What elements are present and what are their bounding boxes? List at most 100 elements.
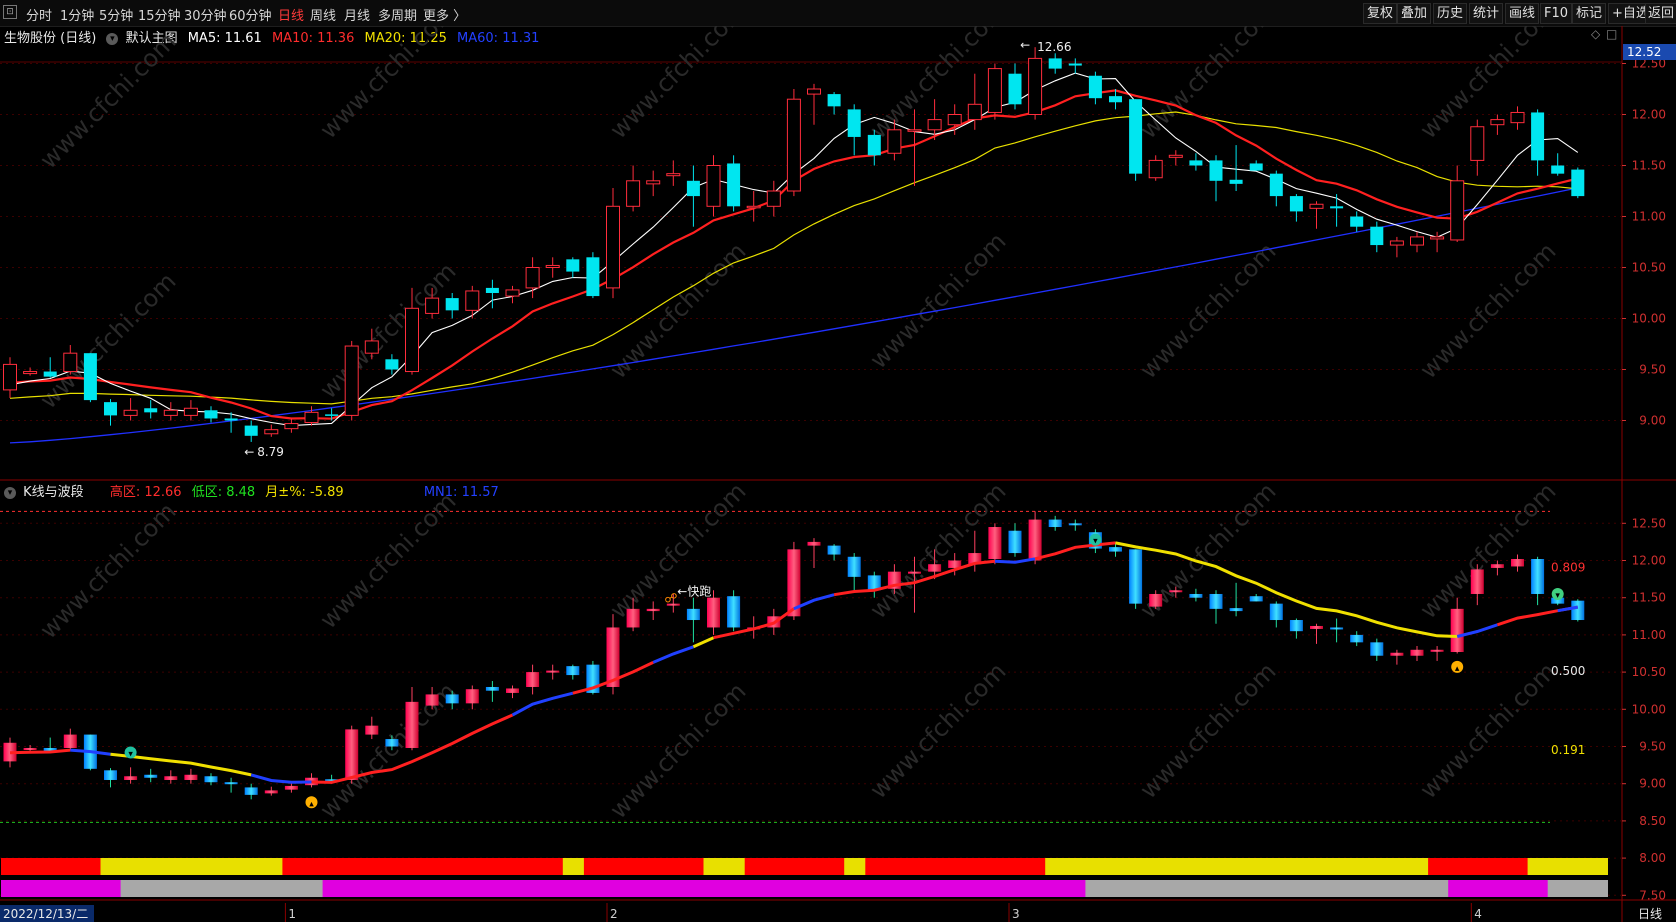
period-tab-more[interactable]: 更多 〉 (423, 5, 466, 24)
mark-button[interactable]: 标记 (1572, 3, 1607, 24)
main-price-tick: 10.00 (1632, 312, 1666, 326)
sub-price-tick: 8.50 (1639, 814, 1666, 828)
watermark-text: www.cfchi.com (1134, 237, 1281, 384)
candle-body (566, 259, 580, 272)
candle-body (83, 353, 97, 401)
sub-candle-body (385, 739, 399, 747)
watermark-text: www.cfchi.com (604, 237, 751, 384)
candle-body (43, 371, 57, 377)
period-tab-weekly[interactable]: 周线 (310, 5, 336, 24)
sub-candle-body (1310, 625, 1323, 629)
f10-button[interactable]: F10 (1540, 3, 1573, 24)
date-label: 2022/12/13/二 (3, 907, 88, 921)
candle-body (766, 190, 781, 207)
period-tab-5min[interactable]: 5分钟 (99, 5, 133, 24)
candle-body (987, 68, 1002, 113)
candle-body (163, 409, 178, 416)
sell-signal-badge-glyph: ▾ (1555, 591, 1560, 601)
sub-candle-body (465, 689, 479, 704)
candle-body (264, 429, 279, 435)
sub-candle-body (1289, 620, 1303, 632)
period-tab-monthly[interactable]: 月线 (344, 5, 370, 24)
running-man-icon: ☍ (664, 592, 677, 607)
wave-transition-segment (511, 691, 574, 717)
fuquan-button[interactable]: 复权 (1363, 3, 1398, 24)
watermark-text: www.cfchi.com (34, 27, 181, 174)
sub-candle-body (405, 701, 419, 748)
period-label: 日线 (1638, 907, 1662, 921)
period-tab-daily[interactable]: 日线 (278, 5, 304, 24)
sub-candle-body (224, 782, 238, 785)
period-tab-1min[interactable]: 1分钟 (60, 5, 94, 24)
candle-body (867, 134, 881, 156)
candle-body (1168, 154, 1183, 158)
candle-body (385, 359, 399, 370)
candle-body (847, 109, 861, 137)
sub-candle-body (485, 686, 499, 691)
stats-button[interactable]: 统计 (1469, 3, 1504, 24)
sub-price-tick: 9.50 (1639, 740, 1666, 754)
main-price-tick: 10.50 (1632, 261, 1666, 275)
candle-body (1370, 226, 1384, 246)
sub-candle-body (1229, 608, 1243, 612)
period-tab-fenshi[interactable]: 分时 (26, 5, 52, 24)
sub-candle-body (1330, 627, 1344, 630)
candle-body (445, 298, 459, 311)
period-tab-60min[interactable]: 60分钟 (229, 5, 272, 24)
candle-body (646, 180, 661, 185)
sub-candle-body (1350, 634, 1364, 643)
candle-body (927, 119, 942, 131)
candle-body (1048, 58, 1062, 69)
candle-body (1330, 206, 1344, 209)
sub-candle-body (445, 694, 459, 704)
buy-signal-badge-glyph: ▴ (309, 799, 314, 809)
sub-candle-body (204, 776, 218, 783)
sub-candles (3, 511, 1585, 800)
sub-candle-body (546, 670, 560, 673)
high-price-marker: 12.66 (1037, 40, 1071, 54)
candle-body (1510, 111, 1525, 124)
month-tick-label: 2 (610, 907, 618, 921)
sub-candle-body (1149, 593, 1163, 607)
trend-band-segment (322, 880, 1086, 897)
sub-candle-body (1068, 523, 1082, 526)
period-tab-multi[interactable]: 多周期 (378, 5, 417, 24)
candle-body (1229, 179, 1243, 184)
candle-body (224, 418, 238, 421)
history-button[interactable]: 历史 (1433, 3, 1468, 24)
sub-price-tick: 12.50 (1632, 516, 1666, 530)
sub-candle-body (1169, 590, 1183, 593)
candle-body (325, 414, 339, 416)
back-button[interactable]: 返回 (1645, 3, 1676, 24)
candle-body (1109, 96, 1122, 103)
candle-body (706, 165, 721, 207)
watermark-text: www.cfchi.com (314, 257, 461, 404)
sub-candle-body (144, 774, 158, 778)
candle-body (465, 290, 480, 311)
sub-candle-body (646, 608, 660, 612)
candle-body (907, 129, 922, 132)
candle-body (887, 129, 902, 154)
sub-candle-body (1028, 519, 1042, 561)
overlay-button[interactable]: 叠加 (1397, 3, 1432, 24)
candle-body (485, 287, 499, 293)
period-tab-30min[interactable]: 30分钟 (184, 5, 227, 24)
signal-band-segment (583, 858, 704, 875)
sub-candle-body (526, 672, 540, 687)
fast-run-label: ←快跑 (677, 584, 711, 598)
kline-chart[interactable]: www.cfchi.com www.cfchi.com www.cfchi.com w… (0, 26, 1676, 922)
price-axes: 12.50 12.00 11.50 11.00 10.50 10.00 9.50 9.00 12… (1622, 44, 1676, 902)
candle-body (425, 297, 440, 314)
sub-candle-body (1390, 652, 1404, 656)
candle-body (1490, 119, 1505, 126)
draw-line-button[interactable]: 画线 (1505, 3, 1540, 24)
candle-body (123, 409, 138, 416)
candle-body (947, 114, 962, 126)
signal-band-segment (1, 858, 101, 875)
window-icon[interactable]: ⊡ (3, 5, 17, 19)
sub-candle-body (365, 725, 379, 735)
ma60-line (9, 187, 1578, 444)
sub-candle-body (184, 774, 198, 780)
high-price-arrow: ← (1020, 38, 1030, 52)
period-tab-15min[interactable]: 15分钟 (138, 5, 181, 24)
